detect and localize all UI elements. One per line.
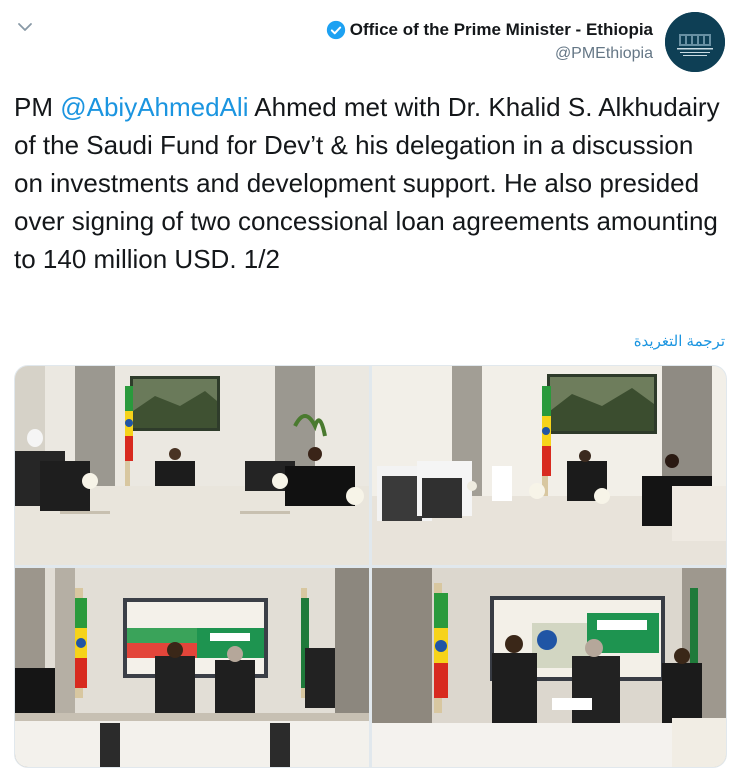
translate-tweet-link[interactable]: ترجمة التغريدة (634, 332, 725, 350)
author-names[interactable]: Office of the Prime Minister - Ethiopia … (326, 19, 653, 65)
photo-signing-2[interactable] (372, 568, 726, 767)
tweet-header: Office of the Prime Minister - Ethiopia … (326, 12, 725, 72)
tweet-prefix: PM (14, 92, 61, 122)
chevron-down-icon[interactable] (14, 16, 36, 38)
verified-badge-icon (326, 20, 345, 40)
photo-meeting-1[interactable] (15, 366, 369, 565)
photo-signing-1[interactable] (15, 568, 369, 767)
display-name-text: Office of the Prime Minister - Ethiopia (349, 20, 653, 39)
photo-meeting-2[interactable] (372, 366, 726, 565)
avatar[interactable] (665, 12, 725, 72)
mention-link[interactable]: @AbiyAhmedAli (60, 92, 248, 122)
avatar-logo-image (665, 12, 725, 72)
media-grid (14, 365, 727, 768)
tweet-text: PM @AbiyAhmedAli Ahmed met with Dr. Khal… (14, 88, 726, 278)
author-display-name[interactable]: Office of the Prime Minister - Ethiopia (326, 19, 653, 41)
author-handle[interactable]: @PMEthiopia (326, 43, 653, 65)
